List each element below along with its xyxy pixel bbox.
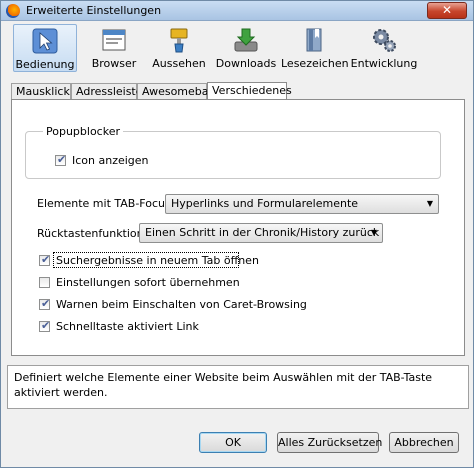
close-button[interactable]: ✕ — [427, 2, 467, 19]
window-title: Erweiterte Einstellungen — [26, 4, 162, 17]
toolbar-label: Browser — [91, 57, 137, 70]
tab-adressleiste[interactable]: Adressleiste — [71, 83, 143, 100]
popupblocker-title: Popupblocker — [43, 125, 123, 138]
paint-brush-icon — [170, 28, 188, 53]
ok-button[interactable]: OK — [199, 432, 267, 453]
einstellungen-sofort-label: Einstellungen sofort übernehmen — [56, 276, 240, 289]
toolbar-item-bedienung[interactable]: Bedienung — [13, 24, 77, 72]
description-box: Definiert welche Elemente einer Website … — [7, 365, 469, 409]
download-arrow-icon — [234, 28, 258, 52]
toolbar-label: Downloads — [215, 57, 277, 70]
suchergebnisse-label: Suchergebnisse in neuem Tab öffnen — [56, 254, 259, 267]
schnelltaste-label: Schnelltaste aktiviert Link — [56, 320, 199, 333]
category-toolbar: Bedienung Browser Aussehen Downloads Les… — [9, 22, 467, 72]
check-icon: ✔ — [41, 297, 51, 310]
toolbar-label: Bedienung — [15, 58, 75, 71]
check-icon: ✔ — [41, 253, 51, 266]
tab-verschiedenes[interactable]: Verschiedenes — [207, 82, 292, 100]
tab-awesomebar[interactable]: Awesomebar — [137, 83, 213, 100]
browser-window-icon — [102, 29, 126, 51]
toolbar-item-lesezeichen[interactable]: Lesezeichen — [281, 24, 349, 72]
schnelltaste-checkbox[interactable]: ✔ — [39, 319, 51, 332]
settings-dialog: Erweiterte Einstellungen ✕ Bedienung Bro… — [0, 0, 474, 468]
tab-focus-value: Hyperlinks und Formularelemente — [171, 197, 359, 210]
backspace-value: Einen Schritt in der Chronik/History zur… — [145, 226, 380, 239]
dropdown-arrow-icon: ▼ — [370, 228, 377, 237]
caret-browsing-checkbox[interactable]: ✔ — [39, 297, 51, 310]
toolbar-item-downloads[interactable]: Downloads — [210, 24, 282, 72]
title-bar[interactable]: Erweiterte Einstellungen ✕ — [1, 1, 473, 21]
backspace-label: Rücktastenfunktion — [37, 227, 144, 240]
firefox-icon — [6, 4, 20, 18]
toolbar-item-entwicklung[interactable]: Entwicklung — [349, 24, 419, 72]
reset-all-button[interactable]: Alles Zurücksetzen — [277, 432, 382, 453]
toolbar-item-browser[interactable]: Browser — [85, 24, 143, 72]
tab-mausklick[interactable]: Mausklick — [11, 83, 71, 100]
toolbar-item-aussehen[interactable]: Aussehen — [148, 24, 210, 72]
suchergebnisse-checkbox[interactable]: ✔ — [39, 253, 51, 266]
backspace-select[interactable]: Einen Schritt in der Chronik/History zur… — [139, 223, 383, 243]
einstellungen-sofort-checkbox[interactable] — [39, 277, 50, 288]
check-icon: ✔ — [41, 319, 51, 332]
cursor-icon — [32, 28, 58, 54]
cancel-button[interactable]: Abbrechen — [389, 432, 459, 453]
check-icon: ✔ — [57, 153, 67, 166]
tab-focus-select[interactable]: Hyperlinks und Formularelemente ▼ — [165, 194, 439, 214]
icon-anzeigen-checkbox[interactable]: ✔ — [55, 153, 67, 166]
toolbar-label: Lesezeichen — [281, 57, 349, 70]
toolbar-label: Entwicklung — [350, 57, 418, 70]
caret-browsing-label: Warnen beim Einschalten von Caret-Browsi… — [56, 298, 307, 311]
bookmarks-icon — [306, 28, 322, 52]
dropdown-arrow-icon: ▼ — [426, 199, 433, 208]
gears-icon — [373, 29, 396, 52]
icon-anzeigen-label: Icon anzeigen — [72, 154, 149, 167]
toolbar-label: Aussehen — [152, 57, 206, 70]
tab-focus-label: Elemente mit TAB-Focus — [37, 197, 171, 210]
